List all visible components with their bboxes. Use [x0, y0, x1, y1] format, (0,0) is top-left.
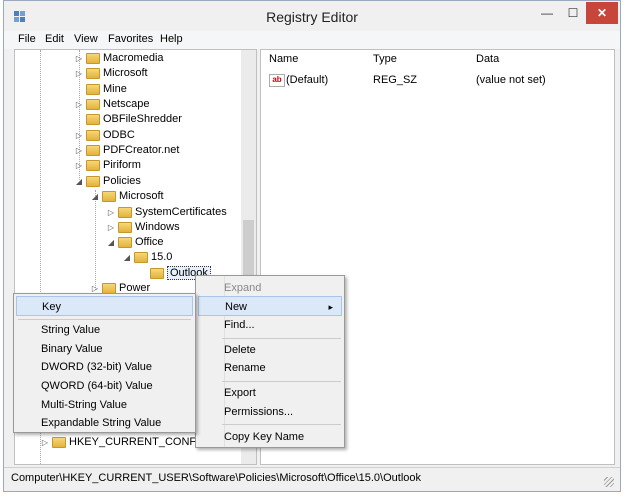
- folder-icon: [134, 252, 148, 263]
- title-bar[interactable]: Registry Editor — ☐ ✕: [4, 1, 620, 31]
- menu-separator: [222, 381, 341, 382]
- submenu-item-dword-value[interactable]: DWORD (32-bit) Value: [16, 357, 193, 377]
- folder-icon: [86, 84, 100, 95]
- folder-icon: [102, 191, 116, 202]
- tree-item-systemcertificates[interactable]: ▷ SystemCertificates: [106, 205, 227, 220]
- menu-separator: [222, 338, 341, 339]
- expand-toggle-icon[interactable]: ▷: [74, 158, 84, 173]
- tree-item-odbc[interactable]: ▷ ODBC: [74, 128, 135, 143]
- registry-path: Computer\HKEY_CURRENT_USER\Software\Poli…: [11, 472, 421, 484]
- folder-icon: [86, 145, 100, 156]
- collapse-toggle-icon[interactable]: ◢: [106, 235, 116, 250]
- maximize-button[interactable]: ☐: [560, 2, 586, 24]
- collapse-toggle-icon[interactable]: ◢: [122, 250, 132, 265]
- context-menu: Expand New ▸ Find... Delete Rename Export…: [195, 275, 345, 448]
- tree-item-netscape[interactable]: ▷ Netscape: [74, 97, 149, 112]
- menu-edit[interactable]: Edit: [45, 33, 64, 45]
- folder-icon: [86, 68, 100, 79]
- tree-item-policies[interactable]: ◢ Policies: [74, 174, 141, 189]
- submenu-item-key[interactable]: Key: [16, 296, 193, 316]
- menu-item-expand: Expand: [224, 282, 262, 294]
- tree-item-obfileshredder[interactable]: OBFileShredder: [74, 112, 182, 127]
- folder-icon: [86, 160, 100, 171]
- menu-item-copy-key-name[interactable]: Copy Key Name: [198, 427, 342, 447]
- status-bar: Computer\HKEY_CURRENT_USER\Software\Poli…: [4, 467, 620, 490]
- folder-icon: [150, 268, 164, 279]
- tree-item-pdfcreator[interactable]: ▷ PDFCreator.net: [74, 143, 179, 158]
- expand-toggle-icon[interactable]: ▷: [74, 51, 84, 66]
- folder-icon: [52, 437, 66, 448]
- folder-icon: [86, 53, 100, 64]
- expand-toggle-icon[interactable]: ▷: [74, 128, 84, 143]
- column-header-name[interactable]: Name: [269, 53, 298, 65]
- folder-icon: [86, 114, 100, 125]
- tree-item-microsoft[interactable]: ▷ Microsoft: [74, 66, 148, 81]
- minimize-button[interactable]: —: [534, 2, 560, 24]
- submenu-item-string-value[interactable]: String Value: [16, 320, 193, 340]
- folder-icon: [86, 99, 100, 110]
- menu-item-delete[interactable]: Delete: [198, 340, 342, 360]
- collapse-toggle-icon[interactable]: ◢: [74, 174, 84, 189]
- expand-toggle-icon[interactable]: ▷: [74, 143, 84, 158]
- menu-favorites[interactable]: Favorites: [108, 33, 153, 45]
- submenu-item-binary-value[interactable]: Binary Value: [16, 339, 193, 359]
- menu-item-new-label: New: [225, 301, 248, 313]
- new-submenu: Key String Value Binary Value DWORD (32-…: [13, 293, 196, 433]
- resize-grip-icon[interactable]: [604, 477, 614, 487]
- folder-icon: [118, 222, 132, 233]
- value-data: (value not set): [476, 74, 546, 86]
- column-header-data[interactable]: Data: [476, 53, 499, 65]
- tree-item-mine[interactable]: Mine: [74, 82, 127, 97]
- tree-item-office[interactable]: ◢ Office: [106, 235, 164, 250]
- tree-item-windows[interactable]: ▷ Windows: [106, 220, 180, 235]
- folder-icon: [86, 176, 100, 187]
- column-header-type[interactable]: Type: [373, 53, 397, 65]
- expand-toggle-icon[interactable]: ▷: [106, 205, 116, 220]
- menu-item-find[interactable]: Find...: [198, 315, 342, 335]
- menu-item-export[interactable]: Export: [198, 383, 342, 403]
- submenu-item-expandable-string-value[interactable]: Expandable String Value: [16, 413, 193, 433]
- menu-view[interactable]: View: [74, 33, 98, 45]
- folder-icon: [86, 130, 100, 141]
- window-title: Registry Editor: [266, 9, 358, 25]
- expand-toggle-icon[interactable]: ▷: [74, 97, 84, 112]
- tree-item-piriform[interactable]: ▷ Piriform: [74, 158, 141, 173]
- menu-item-rename[interactable]: Rename: [198, 358, 342, 378]
- tree-guide-line: [95, 190, 96, 290]
- value-type: REG_SZ: [373, 74, 418, 86]
- string-value-icon: ab: [269, 74, 285, 87]
- menu-bar: File Edit View Favorites Help: [4, 31, 620, 49]
- expand-toggle-icon[interactable]: ▷: [40, 435, 50, 450]
- menu-item-permissions[interactable]: Permissions...: [198, 402, 342, 422]
- expand-toggle-icon[interactable]: ▷: [106, 220, 116, 235]
- value-row[interactable]: ab (Default) REG_SZ (value not set): [261, 72, 614, 88]
- menu-help[interactable]: Help: [160, 33, 183, 45]
- tree-item-15-0[interactable]: ◢ 15.0: [122, 250, 172, 265]
- tree-item-macromedia[interactable]: ▷ Macromedia: [74, 51, 164, 66]
- submenu-item-qword-value[interactable]: QWORD (64-bit) Value: [16, 376, 193, 396]
- submenu-item-multi-string-value[interactable]: Multi-String Value: [16, 395, 193, 415]
- menu-separator: [222, 424, 341, 425]
- collapse-toggle-icon[interactable]: ◢: [90, 189, 100, 204]
- menu-file[interactable]: File: [18, 33, 36, 45]
- expand-toggle-icon[interactable]: ▷: [74, 66, 84, 81]
- menu-item-new[interactable]: New ▸: [198, 296, 342, 316]
- submenu-arrow-icon: ▸: [328, 302, 333, 312]
- folder-icon: [118, 207, 132, 218]
- tree-item-hkey-current-config[interactable]: ▷ HKEY_CURRENT_CONFIG: [40, 435, 208, 450]
- value-name: (Default): [286, 74, 329, 86]
- tree-item-policies-microsoft[interactable]: ◢ Microsoft: [90, 189, 164, 204]
- folder-icon: [118, 237, 132, 248]
- close-button[interactable]: ✕: [586, 2, 618, 24]
